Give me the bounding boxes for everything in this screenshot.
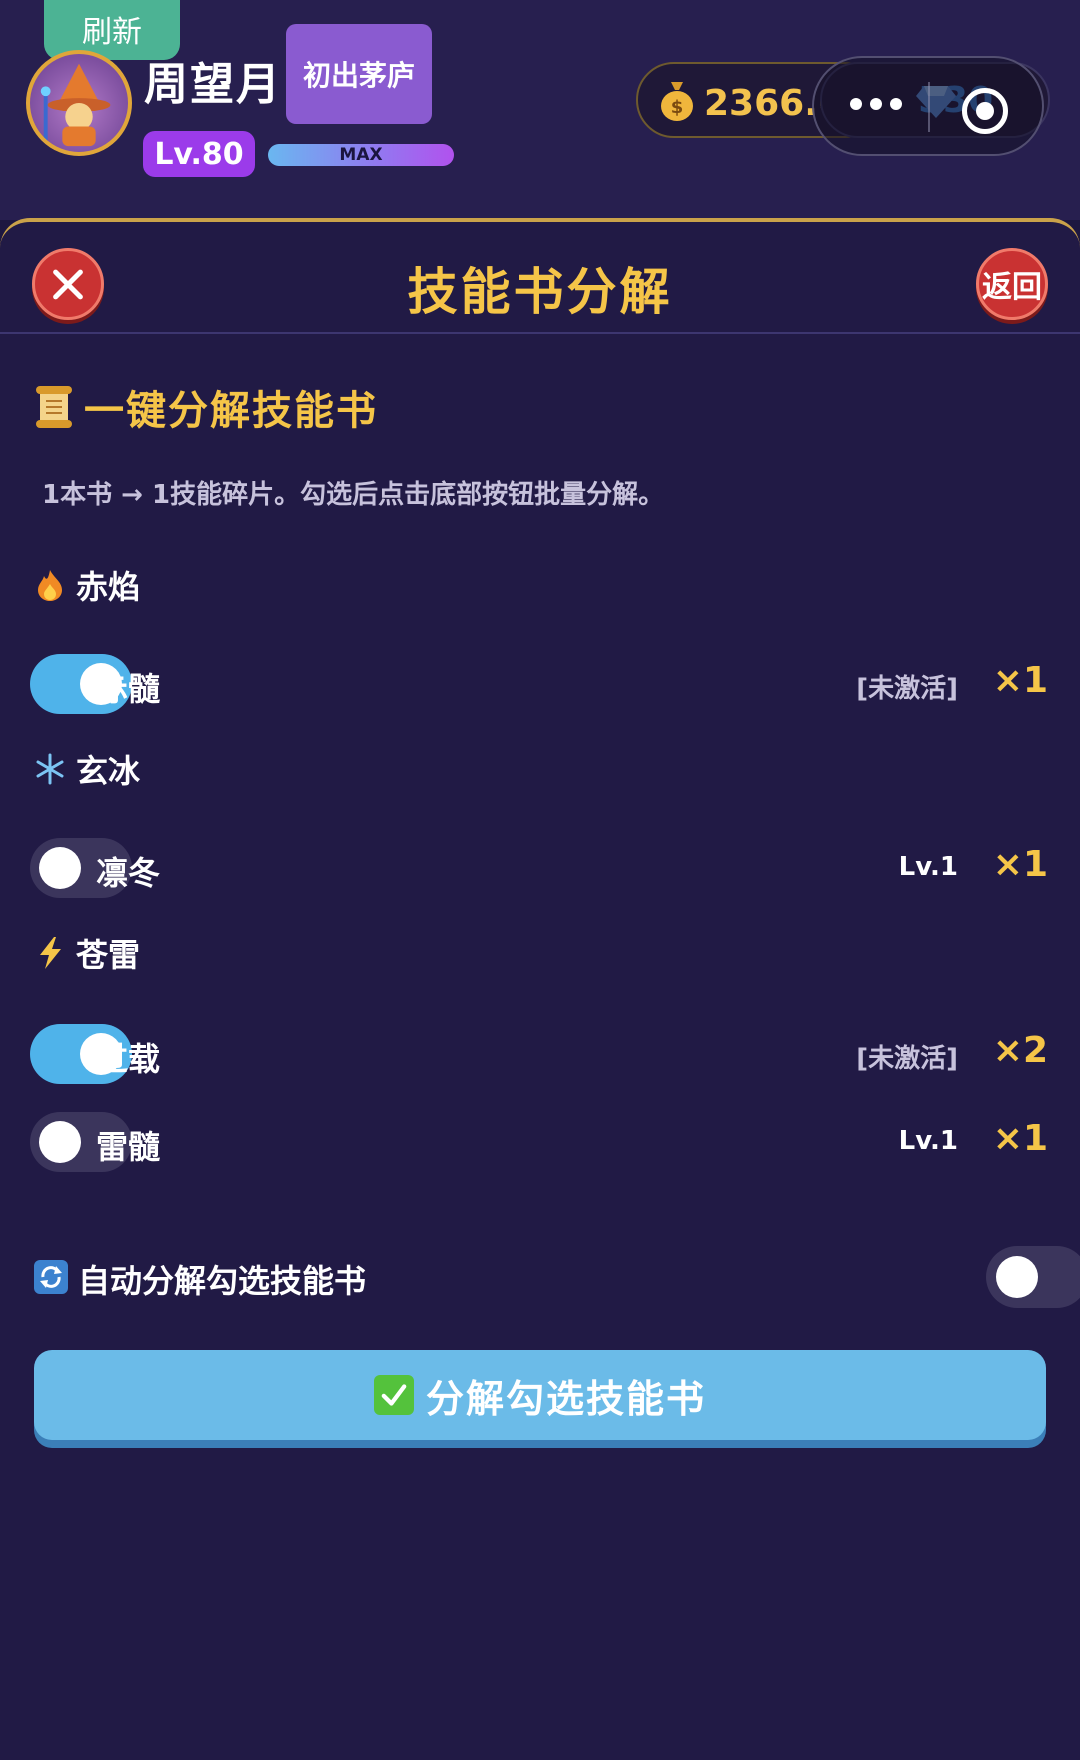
auto-decompose-toggle[interactable] [986,1246,1080,1308]
dot [870,98,882,110]
category-label: 苍雷 [76,936,141,974]
skill-count: ×2 [992,1030,1048,1071]
skill-status: [未激活] [856,1044,958,1074]
skill-name: 过载 [96,1040,161,1078]
panel-header: 技能书分解 返回 [0,222,1080,334]
toggle-knob [996,1256,1038,1298]
wizard-avatar-icon [40,63,111,147]
skill-row-chisui[interactable]: 赤髓 [未激活] ×1 [30,654,1050,716]
close-miniprogram-icon[interactable] [962,88,1008,134]
capsule-divider [928,82,930,132]
dot [850,98,862,110]
lightning-icon [34,936,66,970]
dot [890,98,902,110]
exp-label: MAX [339,145,383,165]
svg-text:$: $ [671,97,684,118]
flame-icon [34,568,66,602]
more-options-icon[interactable] [850,98,902,110]
category-label: 玄冰 [76,752,141,790]
snowflake-icon [34,752,66,786]
player-name: 周望月 [144,59,282,110]
auto-decompose-label: 自动分解勾选技能书 [78,1262,367,1300]
section-heading: 一键分解技能书 [34,378,378,436]
skill-row-linndong[interactable]: 凛冬 Lv.1 ×1 [30,838,1050,900]
skill-count: ×1 [992,844,1048,885]
scroll-icon [36,386,72,428]
toggle-knob [39,847,81,889]
skill-count: ×1 [992,1118,1048,1159]
rank-badge: 初出茅庐 [286,24,432,124]
category-label: 赤焰 [76,568,141,606]
skill-row-guozai[interactable]: 过载 [未激活] ×2 [30,1024,1050,1086]
category-canglei: 苍雷 [34,930,140,976]
skill-name: 凛冬 [96,854,161,892]
skill-name: 赤髓 [96,670,161,708]
skill-row-leisui[interactable]: 雷髓 Lv.1 ×1 [30,1112,1050,1174]
skill-name: 雷髓 [96,1128,161,1166]
decompose-selected-button[interactable]: 分解勾选技能书 [34,1350,1046,1440]
panel-title: 技能书分解 [407,263,673,321]
level-badge: Lv.80 [143,131,255,177]
top-bar: 刷新 周望月 初出茅庐 Lv.80 MAX $ 2366.6万 530 [0,0,1080,220]
category-xuanbing: 玄冰 [34,746,140,792]
checkmark-icon [373,1375,414,1415]
skill-book-panel: 技能书分解 返回 一键分解技能书 1本书 → 1技能碎片。勾选后点击底部按钮批量… [0,218,1080,1760]
skill-status: [未激活] [856,674,958,704]
decompose-button-label: 分解勾选技能书 [425,1376,706,1421]
auto-decompose-row: 自动分解勾选技能书 [34,1246,1080,1316]
avatar[interactable] [26,50,132,156]
toggle-knob [39,1121,81,1163]
skill-status: Lv.1 [898,852,958,882]
refresh-icon [34,1260,68,1294]
back-button[interactable]: 返回 [976,248,1048,320]
section-title: 一键分解技能书 [84,388,378,434]
skill-count: ×1 [992,660,1048,701]
exp-bar: MAX [268,144,454,166]
category-chiyan: 赤焰 [34,562,140,608]
skill-status: Lv.1 [898,1126,958,1156]
money-bag-icon: $ [661,82,693,121]
section-description: 1本书 → 1技能碎片。勾选后点击底部按钮批量分解。 [42,480,665,510]
